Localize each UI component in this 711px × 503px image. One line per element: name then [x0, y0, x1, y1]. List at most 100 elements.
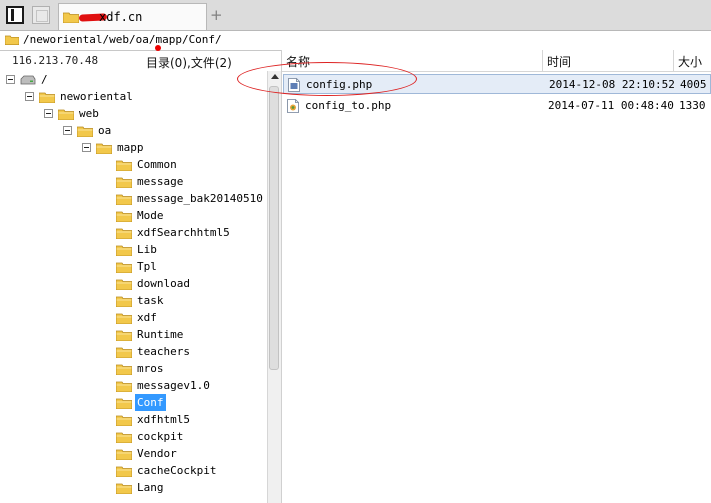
folder-icon: [116, 415, 132, 426]
folder-icon: [116, 347, 132, 358]
tree-item[interactable]: xdfSearchhtml5: [0, 224, 267, 241]
folder-icon: [58, 109, 74, 120]
tree-item[interactable]: xdf: [0, 309, 267, 326]
host-address: 116.213.70.48: [12, 54, 99, 67]
item-count: 目录(0),文件(2): [146, 56, 232, 70]
collapse-icon[interactable]: [82, 143, 91, 152]
collapse-icon[interactable]: [63, 126, 72, 135]
tree-item-label: Common: [137, 158, 177, 171]
tree-item-label: Conf: [135, 394, 166, 411]
tree-item[interactable]: message_bak20140510: [0, 190, 267, 207]
tree-item[interactable]: Tpl: [0, 258, 267, 275]
folder-icon: [116, 279, 132, 290]
new-tab-button[interactable]: +: [210, 6, 223, 24]
file-time: 2014-12-08 22:10:52: [549, 78, 675, 91]
tree-item[interactable]: Mode: [0, 207, 267, 224]
column-divider[interactable]: [542, 50, 543, 71]
folder-icon: [116, 449, 132, 460]
folder-icon: [116, 245, 132, 256]
tree-item-label: messagev1.0: [137, 379, 210, 392]
file-row[interactable]: config.php 2014-12-08 22:10:52 4005: [283, 74, 711, 94]
column-name[interactable]: 名称: [286, 53, 310, 70]
tree-item-label: download: [137, 277, 190, 290]
folder-icon: [116, 466, 132, 477]
collapse-icon[interactable]: [6, 75, 15, 84]
tree-item[interactable]: /: [0, 71, 267, 88]
toggle-panel-icon[interactable]: [6, 6, 24, 24]
file-row[interactable]: config_to.php 2014-07-11 00:48:40 1330: [283, 96, 711, 116]
folder-icon: [116, 398, 132, 409]
scroll-thumb[interactable]: [269, 86, 279, 370]
drive-icon: [20, 75, 36, 85]
folder-icon: [116, 160, 132, 171]
tree-item-label: Tpl: [137, 260, 157, 273]
pane-divider[interactable]: [281, 50, 282, 503]
tab-bar: xdf.cn +: [0, 0, 711, 31]
tree-item-label: mapp: [117, 141, 144, 154]
file-size: 1330: [679, 99, 706, 112]
collapse-icon[interactable]: [44, 109, 53, 118]
address-bar[interactable]: /neworiental/web/oa/mapp/Conf/: [0, 31, 711, 51]
tree-item[interactable]: Common: [0, 156, 267, 173]
folder-icon: [116, 432, 132, 443]
tree-item[interactable]: Vendor: [0, 445, 267, 462]
tree-item-label: message: [137, 175, 184, 188]
folder-icon: [116, 364, 132, 375]
folder-icon: [116, 330, 132, 341]
column-time[interactable]: 时间: [547, 53, 571, 70]
file-list-header: 名称 时间 大小: [282, 50, 711, 72]
folder-icon: [116, 177, 132, 188]
collapse-icon[interactable]: [25, 92, 34, 101]
tree-item-label: cacheCockpit: [137, 464, 217, 477]
tree-item[interactable]: Runtime: [0, 326, 267, 343]
tree-item[interactable]: web: [0, 105, 267, 122]
tree-item-label: message_bak20140510: [137, 192, 263, 205]
tree-item[interactable]: Conf: [0, 394, 267, 411]
tree-item-label: /: [41, 73, 48, 86]
annotation-dot: [155, 45, 161, 51]
folder-icon: [116, 262, 132, 273]
tree-item-label: Lang: [137, 481, 164, 494]
tab-xdf[interactable]: xdf.cn: [58, 3, 207, 30]
tab-label: xdf.cn: [99, 10, 143, 24]
address-path[interactable]: /neworiental/web/oa/mapp/Conf/: [23, 33, 222, 46]
tree-item[interactable]: download: [0, 275, 267, 292]
php-file-icon: [287, 99, 299, 113]
tree-item[interactable]: cacheCockpit: [0, 462, 267, 479]
tree-item[interactable]: xdfhtml5: [0, 411, 267, 428]
folder-icon: [116, 211, 132, 222]
tree-item-label: xdfhtml5: [137, 413, 190, 426]
tree-item-label: Vendor: [137, 447, 177, 460]
column-size[interactable]: 大小: [678, 53, 702, 70]
tree-item[interactable]: messagev1.0: [0, 377, 267, 394]
file-time: 2014-07-11 00:48:40: [548, 99, 674, 112]
php-file-icon: [288, 78, 300, 92]
tree-scrollbar[interactable]: [267, 71, 281, 503]
folder-icon: [116, 483, 132, 494]
tree-item-label: neworiental: [60, 90, 133, 103]
tree-item-label: xdf: [137, 311, 157, 324]
tree-item[interactable]: cockpit: [0, 428, 267, 445]
folder-icon: [5, 35, 19, 45]
blank-tab-icon[interactable]: [32, 6, 50, 24]
tree-item-label: Runtime: [137, 328, 184, 341]
tree-item-label: xdfSearchhtml5: [137, 226, 230, 239]
tree-item[interactable]: Lib: [0, 241, 267, 258]
tree-item[interactable]: task: [0, 292, 267, 309]
directory-tree: / neworiental web oa mapp Common message messag…: [0, 71, 267, 503]
file-name: config.php: [306, 78, 373, 91]
tree-item[interactable]: mros: [0, 360, 267, 377]
tree-item[interactable]: message: [0, 173, 267, 190]
tree-item[interactable]: teachers: [0, 343, 267, 360]
tree-item[interactable]: oa: [0, 122, 267, 139]
tree-item[interactable]: neworiental: [0, 88, 267, 105]
folder-icon: [77, 126, 93, 137]
tree-item-label: oa: [98, 124, 112, 137]
tree-item-label: Lib: [137, 243, 157, 256]
file-size: 4005: [680, 78, 707, 91]
tree-item[interactable]: mapp: [0, 139, 267, 156]
tree-item[interactable]: Lang: [0, 479, 267, 496]
tree-item-label: Mode: [137, 209, 164, 222]
scroll-up-icon[interactable]: [271, 74, 279, 79]
column-divider[interactable]: [673, 50, 674, 71]
